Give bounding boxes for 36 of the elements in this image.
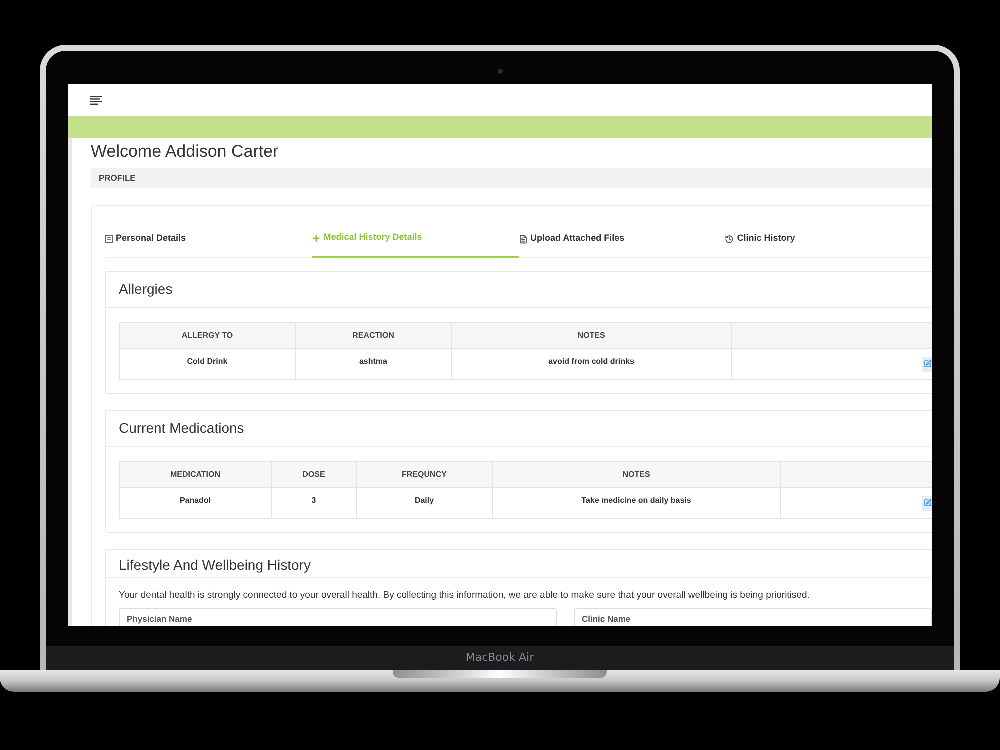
edit-button[interactable] [922, 356, 932, 372]
menu-icon[interactable] [90, 96, 102, 104]
table-cell: Cold Drink [120, 349, 296, 379]
table-cell: ashtma [296, 349, 452, 379]
input-field[interactable]: Physician Name [119, 608, 557, 626]
column-header: FREQUNCY [357, 462, 493, 487]
edit-icon [924, 360, 932, 368]
tab[interactable]: Upload Attached Files [518, 220, 726, 258]
edit-button[interactable] [922, 496, 932, 510]
column-header: NOTES [493, 462, 781, 487]
device-label: MacBook Air [466, 650, 534, 666]
intro-text: Your dental health is strongly connected to your overall health. By collecting this information, we are able to make sure that your overall wellbeing is being prioritised. [118, 589, 811, 603]
breadcrumb-text: PROFILE [99, 172, 136, 184]
table-cell: Take medicine on daily basis [493, 488, 781, 518]
tab[interactable]: Clinic History [725, 220, 932, 258]
section-title: Current Medications [119, 420, 244, 436]
plus-icon [312, 234, 321, 242]
table-cell: Daily [357, 488, 493, 518]
column-header: REACTION [296, 323, 452, 348]
tab[interactable]: Personal Details [105, 220, 312, 258]
history-icon [725, 234, 734, 244]
column-header: MEDICATION [120, 462, 272, 487]
page-title: Welcome Addison Carter [91, 142, 279, 162]
column-header: NOTES [452, 323, 732, 348]
table-cell: 3 [272, 488, 357, 518]
input-field[interactable]: Clinic Name [574, 608, 932, 626]
column-header: DOSE [272, 462, 357, 487]
table-cell: Panadol [120, 488, 272, 518]
file-icon [518, 234, 528, 244]
column-header: ALLERGY TO [120, 323, 296, 348]
section-title: Lifestyle And Wellbeing History [119, 557, 311, 573]
section-title: Allergies [119, 281, 173, 297]
camera-icon [498, 69, 502, 74]
edit-icon [924, 499, 932, 507]
list-icon [105, 235, 113, 243]
table-cell: avoid from cold drinks [452, 349, 732, 379]
